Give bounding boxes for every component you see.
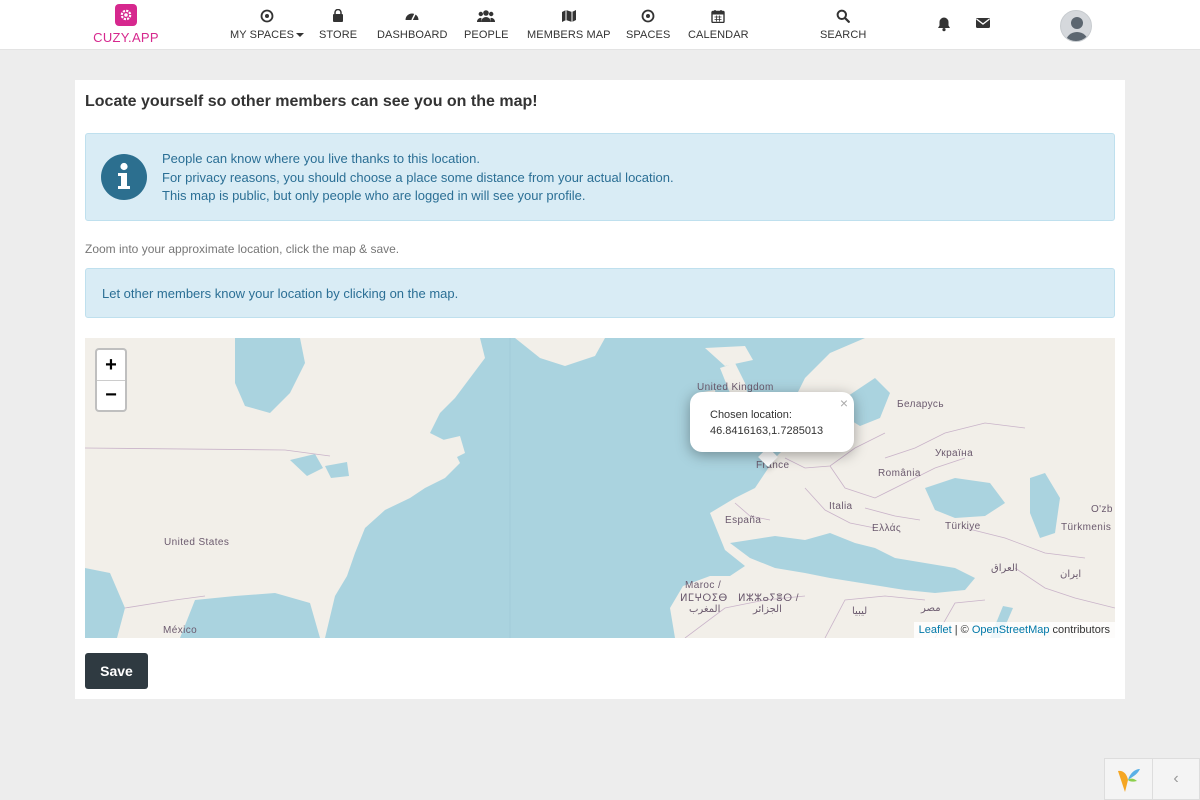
nav-dashboard[interactable]: DASHBOARD xyxy=(377,8,448,41)
nav-label: SEARCH xyxy=(820,29,867,41)
shopping-bag-icon xyxy=(319,8,357,24)
close-icon[interactable]: × xyxy=(840,395,848,411)
map-label-morocco: Maroc / xyxy=(685,580,722,591)
map-label-espana: España xyxy=(725,515,762,526)
chevron-left-icon[interactable]: ‹ xyxy=(1153,759,1199,799)
map-label-algeria: ⵍⵣⵣⴰⵢⴻⵔ / xyxy=(738,593,799,604)
map-tiles[interactable] xyxy=(85,338,1115,638)
nav-my-spaces[interactable]: MY SPACES xyxy=(230,8,305,41)
target-icon xyxy=(230,8,304,24)
zoom-in-button[interactable]: + xyxy=(97,350,125,380)
nav-people[interactable]: PEOPLE xyxy=(464,8,509,41)
debug-toolbar: ‹ xyxy=(1104,758,1200,800)
location-popup: × Chosen location: 46.8416163,1.7285013 xyxy=(690,392,854,452)
map-label-turkmenistan: Türkmenis xyxy=(1061,522,1112,533)
map-label-ukraine: Україна xyxy=(935,448,974,459)
brand-logo[interactable]: CUZY.APP xyxy=(92,4,160,45)
map-instructions: Zoom into your approximate location, cli… xyxy=(85,242,400,256)
nav-label: SPACES xyxy=(626,29,671,41)
map-label-uzbekistan: O'zb xyxy=(1091,504,1113,515)
map-label-morocco-tifinagh: ⵍⵎⵖⵔⵉⴱ xyxy=(680,593,728,604)
save-button[interactable]: Save xyxy=(85,653,148,689)
location-map[interactable]: United Kingdom Беларусь Україна France R… xyxy=(85,338,1115,638)
map-label-italia: Italia xyxy=(829,501,853,512)
dashboard-icon xyxy=(377,8,448,24)
location-alert: Let other members know your location by … xyxy=(85,268,1115,318)
alert-text: Let other members know your location by … xyxy=(102,286,459,301)
people-icon xyxy=(464,8,509,24)
info-line: This map is public, but only people who … xyxy=(162,188,586,203)
nav-label: MY SPACES xyxy=(230,29,295,41)
envelope-icon[interactable] xyxy=(975,16,991,35)
map-label-usa: United States xyxy=(164,537,230,548)
map-label-libya: ليبيا xyxy=(852,606,868,617)
nav-calendar[interactable]: CALENDAR xyxy=(688,8,749,41)
nav-spaces[interactable]: SPACES xyxy=(626,8,670,41)
map-label-iran: ایران xyxy=(1060,569,1082,580)
map-label-iraq: العراق xyxy=(991,563,1018,574)
page-title: Locate yourself so other members can see… xyxy=(85,93,538,110)
openstreetmap-link[interactable]: OpenStreetMap xyxy=(972,624,1050,636)
yii-logo-icon[interactable] xyxy=(1105,759,1153,799)
zoom-control: + − xyxy=(95,348,127,412)
search-icon xyxy=(820,8,866,24)
map-label-algeria-arabic: الجزائر xyxy=(753,604,782,615)
map-label-belarus: Беларусь xyxy=(897,399,944,410)
nav-search[interactable]: SEARCH xyxy=(820,8,866,41)
target-icon xyxy=(626,8,670,24)
map-label-turkey: Türkiye xyxy=(945,521,981,532)
attribution-tail: contributors xyxy=(1049,624,1110,636)
gear-icon xyxy=(115,4,137,26)
info-icon xyxy=(101,154,147,200)
nav-store[interactable]: STORE xyxy=(319,8,357,41)
leaflet-link[interactable]: Leaflet xyxy=(919,624,952,636)
popup-title: Chosen location: xyxy=(710,409,792,421)
popup-coordinates: 46.8416163,1.7285013 xyxy=(710,425,824,437)
location-panel: Locate yourself so other members can see… xyxy=(75,80,1125,699)
info-line: People can know where you live thanks to… xyxy=(162,151,480,166)
avatar[interactable] xyxy=(1060,10,1092,42)
nav-members-map[interactable]: MEMBERS MAP xyxy=(527,8,611,41)
zoom-out-button[interactable]: − xyxy=(97,380,125,410)
map-icon xyxy=(527,8,611,24)
map-label-romania: România xyxy=(878,468,921,479)
bell-icon[interactable] xyxy=(937,16,951,37)
map-label-greece: Ελλάς xyxy=(872,523,902,534)
info-line: For privacy reasons, you should choose a… xyxy=(162,169,674,185)
map-label-morocco-arabic: المغرب xyxy=(689,604,721,615)
nav-label: DASHBOARD xyxy=(377,29,448,41)
nav-label: PEOPLE xyxy=(464,29,509,41)
attribution-separator: | © xyxy=(951,624,972,636)
map-attribution: Leaflet | © OpenStreetMap contributors xyxy=(913,622,1115,638)
brand-name: CUZY.APP xyxy=(93,30,159,45)
privacy-info-box: People can know where you live thanks to… xyxy=(85,133,1115,221)
nav-label: CALENDAR xyxy=(688,29,749,41)
nav-label: STORE xyxy=(319,29,358,41)
map-label-mexico: México xyxy=(163,625,198,636)
calendar-icon xyxy=(688,8,749,24)
top-navigation: CUZY.APP MY SPACES STORE DASHBOARD PEOPL… xyxy=(0,0,1200,50)
nav-label: MEMBERS MAP xyxy=(527,29,611,41)
map-label-egypt: مصر xyxy=(921,603,941,614)
chevron-down-icon xyxy=(296,33,305,38)
